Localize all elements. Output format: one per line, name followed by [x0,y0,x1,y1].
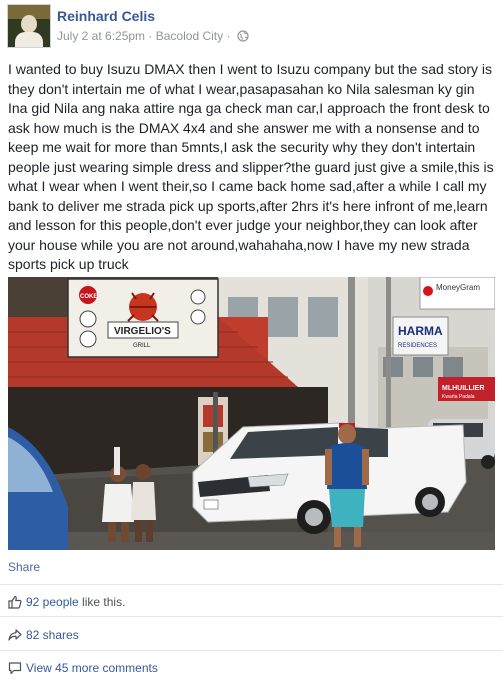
coke-logo: COKE [80,294,97,300]
thumbs-up-icon [8,595,22,612]
likes-suffix: like this. [78,595,126,609]
meta-separator: · [148,29,153,43]
post-text: I wanted to buy Isuzu DMAX then I went t… [8,61,494,272]
comments-row[interactable]: View 45 more comments [8,661,158,678]
post-meta: July 2 at 6:25pm · Bacolod City · [57,29,249,45]
globe-icon[interactable] [237,30,249,45]
avatar-face [21,15,37,33]
author-name[interactable]: Reinhard Celis [57,8,155,24]
avatar[interactable] [7,4,51,48]
shares-count-link[interactable]: 82 shares [26,628,79,642]
pharma-sign-sub: RESIDENCES [398,343,437,349]
divider [0,584,503,585]
post-date[interactable]: July 2 at 6:25pm [57,29,145,43]
post-photo[interactable]: MoneyGram HARMA RESIDENCES MLHUILLIER Kw… [8,277,495,550]
moneygram-sign: MoneyGram [436,283,480,292]
mlhuillier-sign-sub: Kwarta Padala [442,394,475,400]
street-scene: MoneyGram HARMA RESIDENCES MLHUILLIER Kw… [8,277,495,550]
share-arrow-icon [8,628,22,645]
comment-bubble-icon [8,661,22,678]
post-location[interactable]: Bacolod City [156,29,223,43]
post-header: Reinhard Celis July 2 at 6:25pm · Bacolo… [0,0,503,52]
view-more-comments-link[interactable]: View 45 more comments [26,661,158,675]
pharma-sign: HARMA [398,324,443,338]
restaurant-sign: VIRGELIO'S [114,326,171,337]
shares-row[interactable]: 82 shares [8,628,79,645]
divider [0,616,503,617]
restaurant-sign-sub: GRILL [133,343,151,349]
likes-row: 92 people like this. [8,595,125,612]
divider [0,650,503,651]
avatar-shirt [15,32,43,47]
share-button[interactable]: Share [8,560,40,574]
likes-count-link[interactable]: 92 people [26,595,79,609]
mlhuillier-sign: MLHUILLIER [442,385,484,392]
meta-separator-2: · [226,29,231,43]
